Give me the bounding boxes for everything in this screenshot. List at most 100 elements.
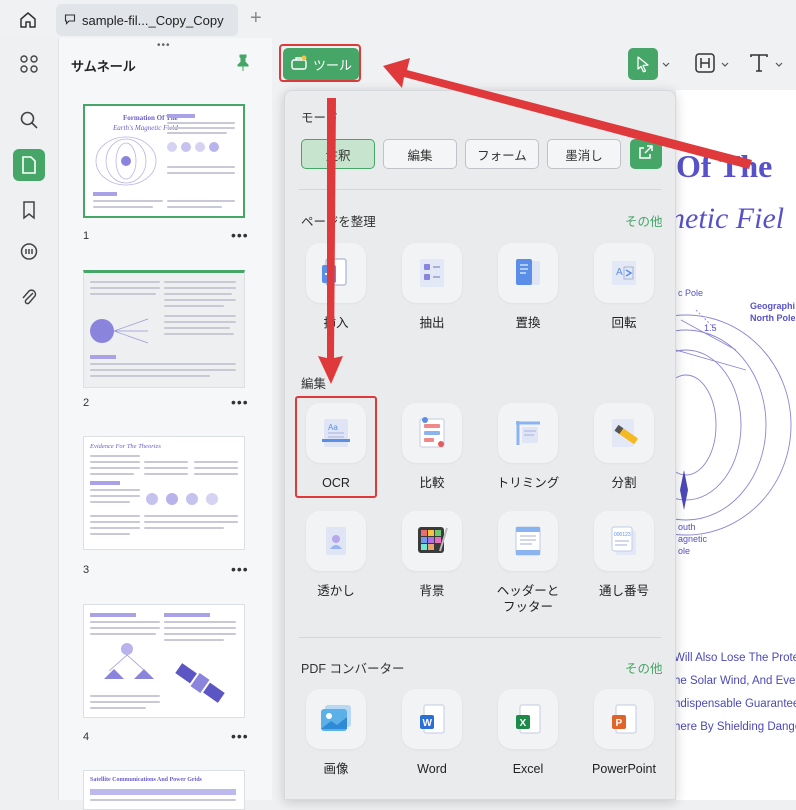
convert-image[interactable]: 画像	[297, 689, 375, 777]
mode-redact-button[interactable]: 墨消し	[547, 139, 621, 169]
tool-label: 置換	[515, 316, 541, 330]
tool-label: 透かし	[317, 584, 355, 598]
page-more-button[interactable]: •••	[231, 728, 249, 744]
converter-section-label: PDF コンバーター	[301, 662, 405, 676]
tool-split[interactable]: 分割	[585, 403, 663, 491]
drag-handle[interactable]: •••	[157, 40, 171, 51]
page-more-button[interactable]: •••	[231, 227, 249, 243]
text-tool-button[interactable]	[748, 48, 783, 80]
svg-text:X: X	[520, 718, 527, 729]
tool-label: 抽出	[419, 316, 445, 330]
ocr-highlight-box	[295, 396, 377, 498]
mode-edit-button[interactable]: 編集	[383, 139, 457, 169]
converter-more-link[interactable]: その他	[625, 658, 663, 677]
pdf-label: agnetic	[678, 534, 708, 544]
pdf-body-line: Will Also Lose The Prote	[676, 652, 796, 664]
thumbnail-panel: ••• サムネール Formation Of The Earth's Magne…	[58, 38, 273, 810]
page-thumbnail[interactable]: Satellite Communications And Power Grids	[83, 770, 245, 810]
convert-powerpoint[interactable]: P PowerPoint	[585, 689, 663, 777]
svg-text:A: A	[616, 267, 623, 278]
rotate-page-icon: A	[594, 243, 654, 303]
powerpoint-icon: P	[594, 689, 654, 749]
highlight-icon	[694, 52, 716, 77]
edit-section-label: 編集	[301, 377, 327, 391]
pdf-body-line: here By Shielding Dange	[676, 721, 796, 733]
left-rail	[0, 38, 58, 800]
tool-label: Word	[417, 762, 447, 776]
page-number: 4	[83, 731, 90, 743]
tool-label: 画像	[323, 762, 349, 776]
tab-title: sample-fil..._Copy_Copy	[82, 12, 224, 28]
search-icon[interactable]	[13, 104, 45, 136]
tool-rotate[interactable]: A 回転	[585, 243, 663, 331]
tool-watermark[interactable]: 透かし	[297, 511, 375, 599]
compare-icon	[402, 403, 462, 463]
tool-label: 分割	[611, 476, 637, 490]
apps-icon[interactable]	[13, 48, 45, 80]
mode-annotate-button[interactable]: 注釈	[301, 139, 375, 169]
tool-replace[interactable]: 置換	[489, 243, 567, 331]
page-number: 3	[83, 564, 90, 576]
header-footer-icon	[498, 511, 558, 571]
tool-label: ヘッダーと フッター	[496, 584, 560, 614]
image-convert-icon	[306, 689, 366, 749]
svg-text:000123: 000123	[614, 532, 631, 538]
convert-word[interactable]: W Word	[393, 689, 471, 777]
select-cursor-button[interactable]	[628, 48, 658, 80]
magnetic-field-diagram	[676, 309, 792, 536]
tool-label: PowerPoint	[592, 762, 656, 776]
page-thumbnail[interactable]	[83, 604, 245, 718]
tool-bates-number[interactable]: 000123 通し番号	[585, 511, 663, 599]
page-thumbnail[interactable]	[83, 270, 245, 388]
tool-compare[interactable]: 比較	[393, 403, 471, 491]
page-more-button[interactable]: •••	[231, 394, 249, 410]
pin-icon[interactable]	[235, 54, 251, 77]
home-icon[interactable]	[16, 9, 40, 31]
open-external-button[interactable]	[630, 139, 662, 169]
divider	[299, 637, 661, 638]
svg-text:W: W	[423, 718, 433, 729]
mode-section-label: モード	[301, 111, 339, 125]
chevron-down-icon	[775, 57, 783, 71]
organize-more-link[interactable]: その他	[625, 211, 663, 230]
svg-text:P: P	[616, 718, 623, 729]
divider	[299, 189, 661, 190]
tool-button-highlight	[279, 44, 361, 82]
tool-insert[interactable]: 挿入	[297, 243, 375, 331]
title-bar: sample-fil..._Copy_Copy +	[0, 0, 796, 38]
page-thumbnail[interactable]: Formation Of The Earth's Magnetic Field	[83, 104, 245, 218]
tool-background[interactable]: 背景	[393, 511, 471, 599]
tool-header-footer[interactable]: ヘッダーと フッター	[489, 511, 567, 615]
chevron-down-icon	[662, 57, 670, 71]
chevron-down-icon	[721, 57, 729, 71]
background-icon	[402, 511, 462, 571]
page-more-button[interactable]: •••	[231, 561, 249, 577]
pdf-label: outh	[678, 522, 696, 532]
highlight-tool-button[interactable]	[694, 48, 729, 80]
mode-form-button[interactable]: フォーム	[465, 139, 539, 169]
cursor-dropdown[interactable]	[662, 48, 670, 80]
split-icon	[594, 403, 654, 463]
comment-icon	[64, 13, 76, 28]
pdf-body-line: he Solar Wind, And Even	[676, 675, 796, 687]
text-icon	[748, 52, 770, 77]
tool-extract[interactable]: 抽出	[393, 243, 471, 331]
page-number: 1	[83, 230, 90, 242]
word-icon: W	[402, 689, 462, 749]
bookmark-icon[interactable]	[13, 194, 45, 226]
new-tab-button[interactable]: +	[250, 8, 262, 28]
page-thumbnail[interactable]: Evidence For The Theories	[83, 436, 245, 550]
thumbnail-icon[interactable]	[13, 149, 45, 181]
attachment-icon[interactable]	[13, 281, 45, 313]
document-tab[interactable]: sample-fil..._Copy_Copy	[56, 4, 238, 36]
tool-label: 回転	[611, 316, 637, 330]
thumb-heading: Satellite Communications And Power Grids	[90, 777, 202, 783]
comment-list-icon[interactable]	[13, 236, 45, 268]
tool-label: 通し番号	[598, 584, 649, 598]
bates-number-icon: 000123	[594, 511, 654, 571]
tool-crop[interactable]: トリミング	[489, 403, 567, 491]
convert-excel[interactable]: X Excel	[489, 689, 567, 777]
tool-label: トリミング	[496, 476, 560, 490]
thumb-heading: Evidence For The Theories	[90, 443, 161, 450]
pdf-title: Of The	[676, 148, 773, 184]
